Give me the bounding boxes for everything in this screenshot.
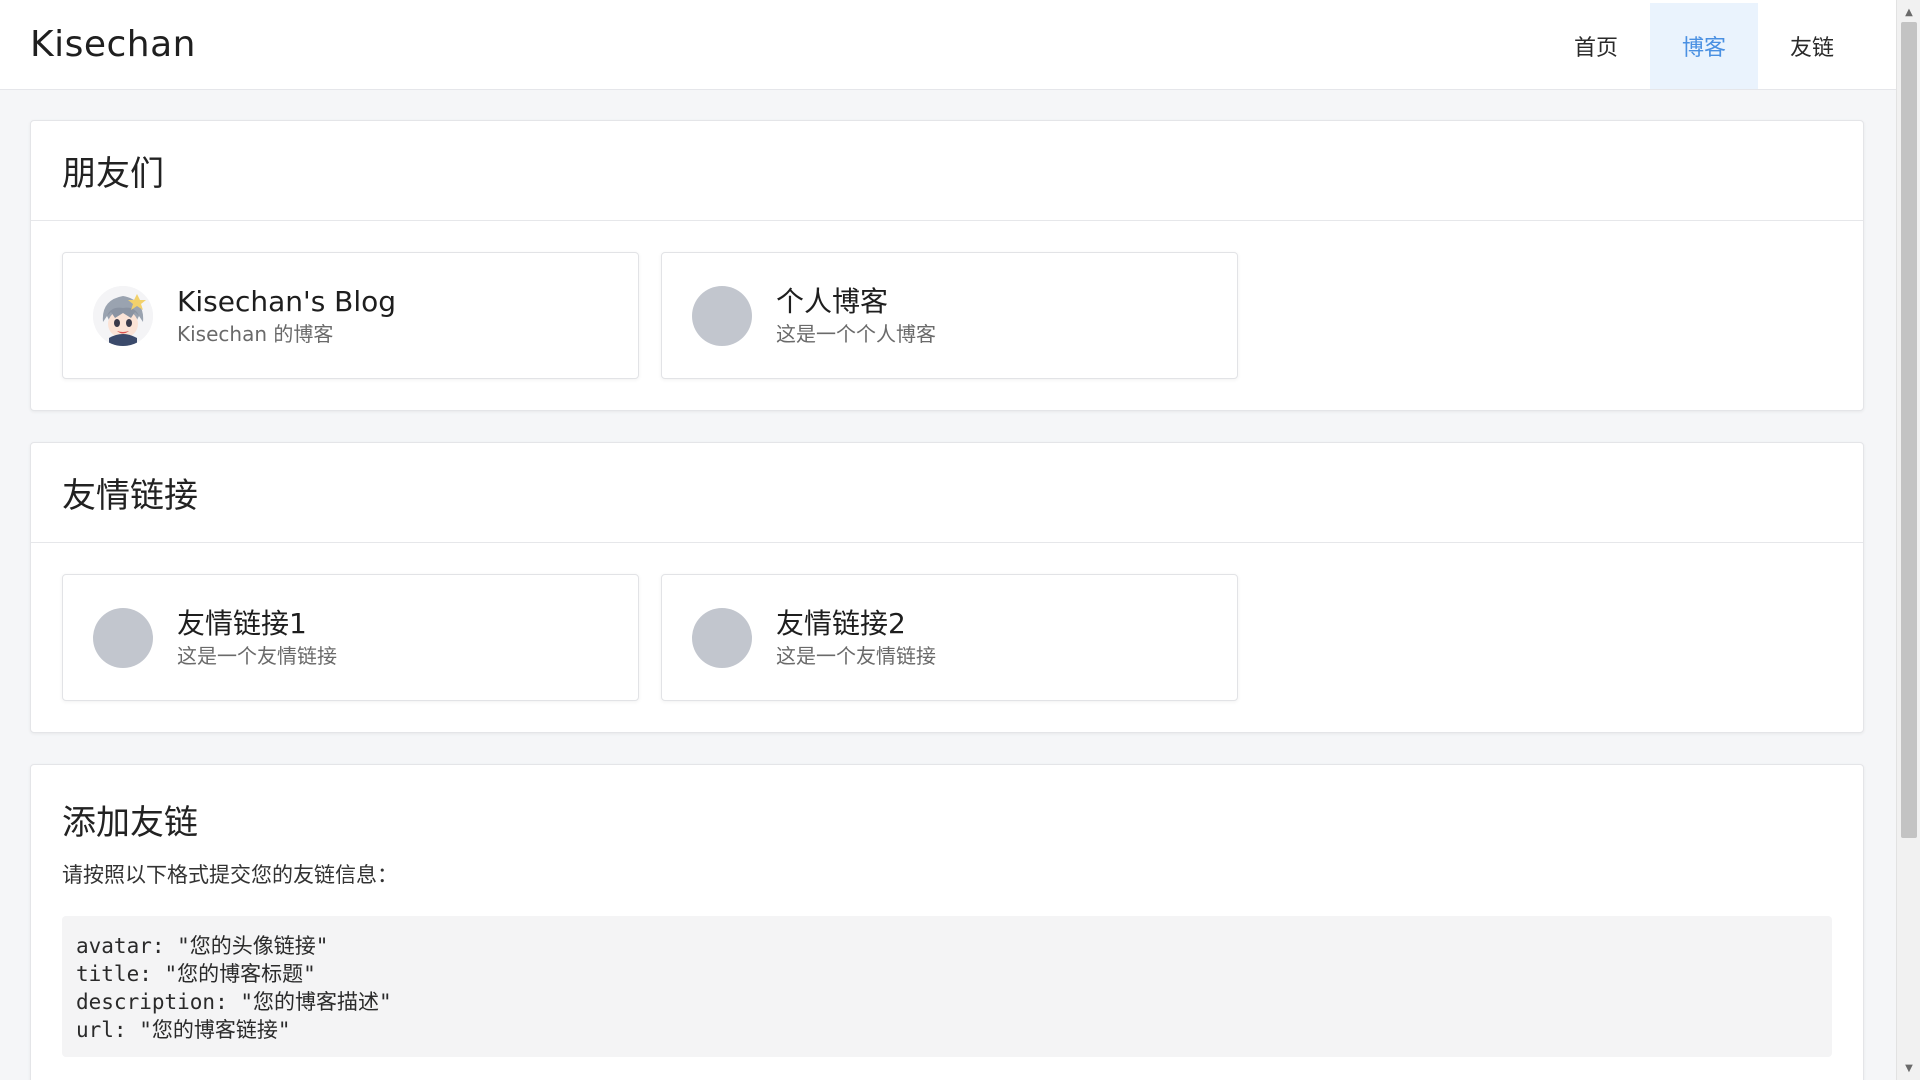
link-card-text: 友情链接1 这是一个友情链接 — [177, 606, 337, 670]
links-section: 友情链接 友情链接1 这是一个友情链接 友情链接2 这是一个友情链接 — [30, 442, 1864, 733]
scroll-up-icon[interactable]: ▲ — [1897, 2, 1920, 22]
link-card-title: 友情链接1 — [177, 606, 307, 640]
scroll-thumb[interactable] — [1901, 22, 1917, 838]
code-line: avatar: "您的头像链接" — [76, 934, 329, 958]
add-link-title: 添加友链 — [62, 803, 198, 843]
code-line: url: "您的博客链接" — [76, 1018, 291, 1042]
code-line: title: "您的博客标题" — [76, 962, 316, 986]
anime-avatar-icon — [93, 285, 153, 346]
links-cards: 友情链接1 这是一个友情链接 友情链接2 这是一个友情链接 — [31, 543, 1863, 732]
add-link-code-block[interactable]: avatar: "您的头像链接" title: "您的博客标题" descripti… — [62, 916, 1832, 1057]
link-card[interactable]: 友情链接1 这是一个友情链接 — [62, 574, 639, 701]
main-nav: 首页 博客 友链 — [1542, 2, 1866, 89]
links-title: 友情链接 — [31, 443, 1863, 543]
friend-card-title: 个人博客 — [776, 284, 889, 318]
site-brand[interactable]: Kisechan — [30, 24, 196, 65]
link-card-description: 这是一个友情链接 — [776, 643, 936, 668]
friends-cards: Kisechan's Blog Kisechan 的博客 个人博客 这是一个个人… — [31, 221, 1863, 410]
friend-card-title: Kisechan's Blog — [177, 284, 397, 318]
friends-title: 朋友们 — [31, 121, 1863, 221]
link-card[interactable]: 友情链接2 这是一个友情链接 — [661, 574, 1238, 701]
add-link-instruction: 请按照以下格式提交您的友链信息： — [62, 863, 398, 887]
page-scrollbar[interactable]: ▲ ▼ — [1896, 0, 1920, 1080]
scroll-down-icon[interactable]: ▼ — [1897, 1058, 1920, 1078]
link-card-title: 友情链接2 — [776, 606, 906, 640]
placeholder-avatar-icon — [692, 607, 752, 668]
link-card-description: 这是一个友情链接 — [177, 643, 337, 668]
friend-card-text: 个人博客 这是一个个人博客 — [776, 284, 936, 348]
friends-section: 朋友们 Kisechan's Blog Kisechan 的博客 个人博客 这是… — [30, 120, 1864, 411]
code-line: description: "您的博客描述" — [76, 990, 392, 1014]
friend-card[interactable]: 个人博客 这是一个个人博客 — [661, 252, 1238, 379]
nav-blog[interactable]: 博客 — [1650, 2, 1758, 89]
add-link-section: 添加友链 请按照以下格式提交您的友链信息： avatar: "您的头像链接" ti… — [30, 764, 1864, 1080]
friend-card-description: 这是一个个人博客 — [776, 321, 936, 346]
friend-card-description: Kisechan 的博客 — [177, 321, 334, 346]
link-card-text: 友情链接2 这是一个友情链接 — [776, 606, 936, 670]
friend-avatar — [93, 285, 153, 346]
friend-card-text: Kisechan's Blog Kisechan 的博客 — [177, 284, 396, 348]
site-header: Kisechan 首页 博客 友链 — [0, 0, 1896, 90]
placeholder-avatar-icon — [692, 285, 752, 346]
nav-links[interactable]: 友链 — [1758, 3, 1866, 89]
nav-home[interactable]: 首页 — [1542, 3, 1650, 89]
placeholder-avatar-icon — [93, 607, 153, 668]
friend-card[interactable]: Kisechan's Blog Kisechan 的博客 — [62, 252, 639, 379]
